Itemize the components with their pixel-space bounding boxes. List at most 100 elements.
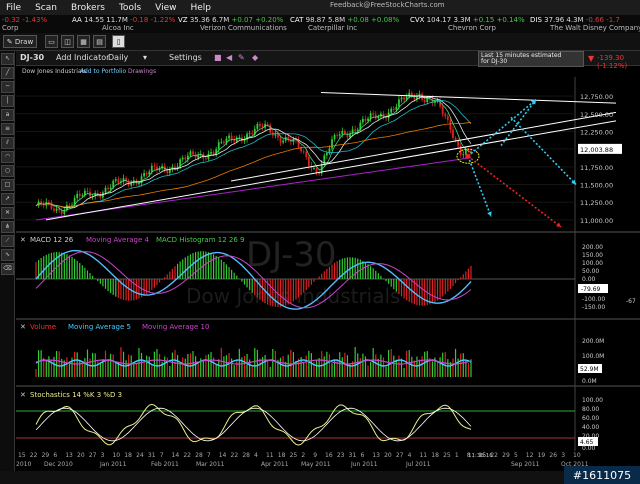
candle-body [184,157,187,160]
y-tick-label: 12,750.00 [580,93,613,101]
menu-scan[interactable]: Scan [35,3,57,13]
app-window: File Scan Brokers Tools View Help Feedba… [0,0,640,484]
candle-body [369,113,372,119]
month-label: Sep 2011 [511,461,540,468]
y-tick-label: 11,500.00 [580,182,613,190]
x-tick-label: 31 [349,452,357,459]
candle-body [78,193,81,197]
vline-tool-icon[interactable]: │ [1,95,14,107]
candle-body [107,187,109,190]
ticker-item[interactable]: AA 14.55 11.7M -0.18 -1.22% Alcoa Inc [72,16,175,32]
new-page-icon[interactable]: ▯ [112,35,125,48]
volume-ma5-label[interactable]: Moving Average 5 [68,323,131,331]
ticker-item[interactable]: VZ 35.36 6.7M +0.07 +0.20% Verizon Commu… [178,16,287,32]
stoch-d-line [35,407,472,442]
x-tick-label: 19 [538,452,546,459]
menu-view[interactable]: View [155,3,176,13]
macd-ma-label[interactable]: Moving Average 4 [86,236,149,244]
candle-body [248,133,251,135]
candle-body [336,134,339,136]
candle-body [192,151,194,155]
volume-close-icon[interactable]: ✕ [20,323,26,331]
add-portfolio-link[interactable]: Add to Portfolio [80,68,126,75]
menu-file[interactable]: File [6,3,21,13]
stoch-title[interactable]: Stochastics 14 %K 3 %D 3 [30,391,122,399]
macd-title[interactable]: MACD 12 26 [30,236,74,244]
candle-body [372,113,375,115]
pencil-icon: ✎ [6,37,15,46]
stoch-close-icon[interactable]: ✕ [20,391,26,399]
macd-side-value: -67 [626,298,636,305]
x-tick-label: 24 [136,452,144,459]
candle-body [338,134,341,136]
macd-hist-label[interactable]: MACD Histogram 12 26 9 [156,236,244,244]
candle-body [259,124,261,127]
macd-tick: 50.00 [582,268,599,275]
ticker-item[interactable]: DIS 37.96 4.3M -0.66 -1.7 The Walt Disne… [530,16,640,32]
macd-tick: -100.00 [582,296,605,303]
macd-value: -79.69 [581,286,601,293]
regression-tool-icon[interactable]: ⟋ [1,235,14,247]
volume-y-axis: 200.0M 100.0M 52.9M 0.0M [578,338,604,385]
menu-brokers[interactable]: Brokers [71,3,105,13]
macd-close-icon[interactable]: ✕ [20,236,26,244]
x-tick-label: 18 [431,452,439,459]
pitchfork-tool-icon[interactable]: ⋔ [1,221,14,233]
candle-body [166,170,169,173]
candle-body [452,129,454,139]
chart-canvas[interactable]: Dow Jones Industrials Add to Portfolio D… [16,51,640,471]
arrow-tool-icon[interactable]: ➚ [1,193,14,205]
erase-tool-icon[interactable]: ⌫ [1,263,14,275]
gann-tool-icon[interactable]: ✕ [1,207,14,219]
candle-body [114,179,117,181]
ticker-item[interactable]: CAT 98.87 5.8M +0.08 +0.08% Caterpillar … [290,16,399,32]
menu-tools[interactable]: Tools [119,3,141,13]
arc-tool-icon[interactable]: ◠ [1,151,14,163]
candle-body [356,129,359,131]
candle-body [277,134,279,138]
candle-body [390,108,393,113]
candle-body [454,138,457,141]
cursor-tool-icon[interactable]: ↖ [1,53,14,65]
layout-split-icon[interactable]: ◫ [61,35,74,48]
hline-tool-icon[interactable]: ─ [1,81,14,93]
menu-help[interactable]: Help [191,3,212,13]
layout-tiles-icon[interactable]: ▤ [93,35,106,48]
drawings-link[interactable]: Drawings [128,68,156,75]
candle-body [50,202,53,209]
x-tick-label: 22 [231,452,239,459]
layout-single-icon[interactable]: ▭ [45,35,58,48]
volume-title[interactable]: Volume [30,323,56,331]
channel-tool-icon[interactable]: ⫽ [1,137,14,149]
text-tool-icon[interactable]: a [1,109,14,121]
layout-grid-icon[interactable]: ▦ [77,35,90,48]
last-price-label: 12,003.88 [580,146,613,154]
candle-body [266,123,269,125]
feedback-email[interactable]: Feedback@FreeStockCharts.com [330,1,445,9]
ticker-item[interactable]: -0.32 -1.43% Corp [2,16,47,32]
volume-ma10-label[interactable]: Moving Average 10 [142,323,209,331]
candle-body [81,195,84,197]
candle-body [398,99,400,107]
candle-body [313,167,315,169]
circle-tool-icon[interactable]: ○ [1,165,14,177]
toolbar: ✎ Draw ▭ ◫ ▦ ▤ ▯ [0,33,640,51]
macd-tick: 200.00 [582,244,603,251]
line-tool-icon[interactable]: ╱ [1,67,14,79]
candle-body [68,204,71,206]
candle-body [150,165,153,172]
x-tick-label: 20 [384,452,392,459]
cycle-tool-icon[interactable]: ∿ [1,249,14,261]
chart-panel: DJ-30 Add Indicator Daily ▾ Settings ■ ◀… [16,51,640,471]
drawing-toolbar: ↖ ╱ ─ │ a ≡ ⫽ ◠ ○ □ ➚ ✕ ⋔ ⟋ ∿ ⌫ [0,51,15,471]
draw-button[interactable]: ✎ Draw [3,35,37,48]
candle-body [181,157,184,160]
candle-body [307,156,310,166]
candle-body [403,97,405,100]
rect-tool-icon[interactable]: □ [1,179,14,191]
x-tick-label: 3 [101,452,105,459]
ticker-item[interactable]: CVX 104.17 3.3M +0.15 +0.14% Chevron Cor… [410,16,525,32]
x-tick-label: 7 [160,452,164,459]
month-label: Dec 2010 [44,461,73,468]
fib-tool-icon[interactable]: ≡ [1,123,14,135]
